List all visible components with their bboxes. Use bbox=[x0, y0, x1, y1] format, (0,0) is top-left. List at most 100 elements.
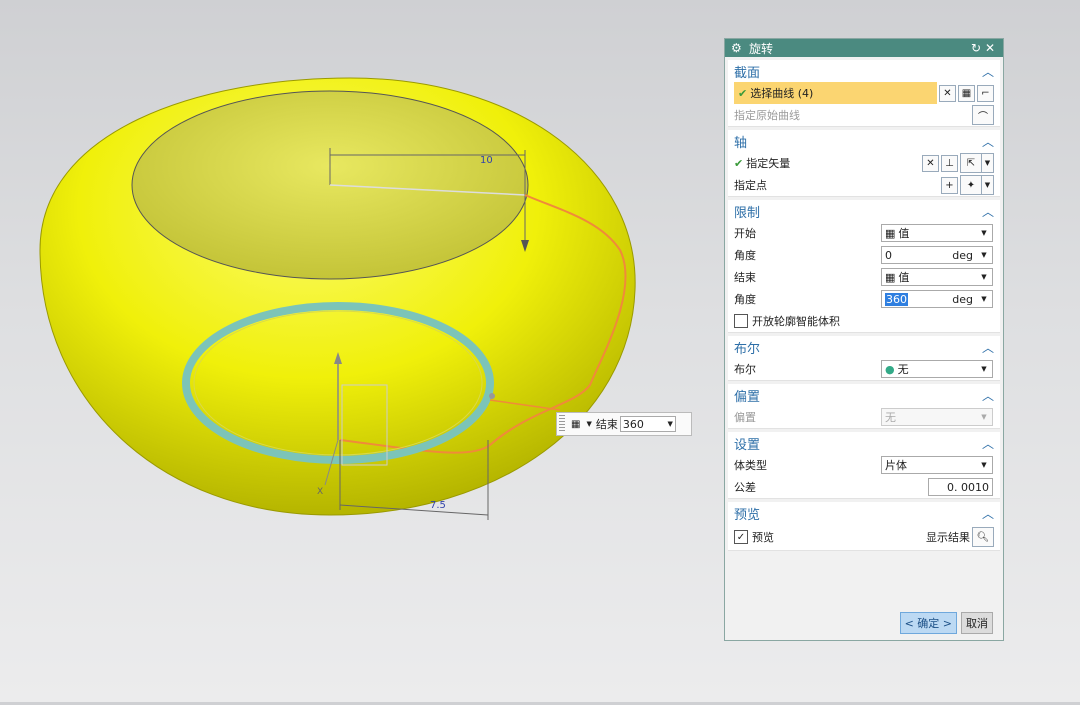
value-type-icon: ▦ bbox=[885, 226, 896, 240]
chevron-down-icon[interactable]: ▼ bbox=[979, 251, 989, 259]
collapse-icon[interactable]: ︿ bbox=[982, 339, 994, 356]
specify-original-curve-row[interactable]: 指定原始曲线 ⌒ bbox=[728, 104, 1000, 126]
specify-original-curve-label: 指定原始曲线 bbox=[734, 109, 800, 122]
offset-header[interactable]: 偏置 ︿ bbox=[728, 384, 1000, 406]
point-dialog-icon[interactable]: + bbox=[941, 176, 958, 194]
chevron-down-icon[interactable]: ▼ bbox=[982, 153, 994, 173]
cancel-button[interactable]: 取消 bbox=[961, 612, 993, 634]
offset-value: 无 bbox=[885, 411, 896, 424]
value-type-icon[interactable]: ▦ bbox=[571, 419, 580, 430]
chevron-down-icon: ▼ bbox=[981, 229, 987, 237]
tolerance-value: 0. 0010 bbox=[947, 480, 989, 494]
end-angle-unit: deg bbox=[952, 292, 973, 306]
preview-header-label: 预览 bbox=[734, 507, 761, 523]
chevron-down-icon[interactable]: ▼ bbox=[982, 175, 994, 195]
boolean-header[interactable]: 布尔 ︿ bbox=[728, 336, 1000, 358]
collapse-icon[interactable]: ︿ bbox=[982, 387, 994, 404]
dim-label-top: 10 bbox=[480, 155, 493, 166]
vector-dialog-icon[interactable]: ⊥ bbox=[941, 154, 958, 172]
offset-panel: 偏置 ︿ 偏置 无 ▼ bbox=[728, 384, 1000, 429]
float-value: 360 bbox=[622, 417, 644, 431]
point-icon[interactable]: ✦ bbox=[960, 175, 982, 195]
collapse-icon[interactable]: ︿ bbox=[982, 63, 994, 80]
chevron-down-icon[interactable]: ▼ bbox=[979, 295, 989, 303]
drag-grip-icon[interactable] bbox=[559, 415, 565, 433]
body-type-value: 片体 bbox=[885, 459, 907, 472]
settings-header-label: 设置 bbox=[734, 437, 761, 453]
end-angle-input[interactable]: 360 deg ▼ bbox=[881, 290, 993, 308]
original-curve-icon[interactable]: ⌒ bbox=[972, 105, 994, 125]
sketch-icon[interactable]: ▦ bbox=[958, 84, 975, 102]
open-profile-row[interactable]: 开放轮廓智能体积 bbox=[728, 310, 1000, 332]
specify-vector-label: 指定矢量 bbox=[746, 157, 791, 170]
check-icon: ✔ bbox=[738, 86, 748, 100]
dialog-title-bar[interactable]: ⚙ 旋转 ↻ ✕ bbox=[725, 39, 1003, 57]
specify-point-row[interactable]: 指定点 + ✦ ▼ bbox=[728, 174, 1000, 196]
limits-header[interactable]: 限制 ︿ bbox=[728, 200, 1000, 222]
start-row: 开始 ▦ 值 ▼ bbox=[728, 222, 1000, 244]
end-angle-value: 360 bbox=[885, 292, 908, 306]
sketch-section-icon[interactable]: ⌐ bbox=[977, 84, 994, 102]
section-header[interactable]: 截面 ︿ bbox=[728, 60, 1000, 82]
dialog-footer: < 确定 > 取消 bbox=[725, 606, 1003, 640]
preview-row: ✓ 预览 显示结果 🔍︎ bbox=[728, 524, 1000, 550]
collapse-icon[interactable]: ︿ bbox=[982, 435, 994, 452]
axis-header-label: 轴 bbox=[734, 135, 748, 151]
start-select[interactable]: ▦ 值 ▼ bbox=[881, 224, 993, 242]
collapse-icon[interactable]: ︿ bbox=[982, 505, 994, 522]
start-angle-input[interactable]: 0 deg ▼ bbox=[881, 246, 993, 264]
axis-header[interactable]: 轴 ︿ bbox=[728, 130, 1000, 152]
graphics-viewport[interactable]: 10 X 7.5 bbox=[0, 0, 720, 702]
axis-panel: 轴 ︿ ✔ 指定矢量 ✕ ⊥ ⇱ ▼ 指定点 + ✦ ▼ bbox=[728, 130, 1000, 197]
reset-icon[interactable]: ↻ bbox=[969, 41, 983, 55]
reverse-direction-icon[interactable]: ✕ bbox=[922, 154, 939, 172]
boolean-panel: 布尔 ︿ 布尔 ● 无 ▼ bbox=[728, 336, 1000, 381]
chevron-down-icon[interactable]: ▼ bbox=[667, 420, 672, 428]
preview-label: 预览 bbox=[752, 531, 774, 544]
tolerance-row: 公差 0. 0010 bbox=[728, 476, 1000, 498]
end-select[interactable]: ▦ 值 ▼ bbox=[881, 268, 993, 286]
value-type-icon: ▦ bbox=[885, 270, 896, 284]
limits-header-label: 限制 bbox=[734, 205, 761, 221]
preview-panel: 预览 ︿ ✓ 预览 显示结果 🔍︎ bbox=[728, 502, 1000, 551]
specify-vector-row[interactable]: ✔ 指定矢量 ✕ ⊥ ⇱ ▼ bbox=[728, 152, 1000, 174]
gear-icon[interactable]: ⚙ bbox=[731, 41, 745, 55]
tolerance-input[interactable]: 0. 0010 bbox=[928, 478, 993, 496]
curve-rule-icon[interactable]: ✕ bbox=[939, 84, 956, 102]
magnifier-icon[interactable]: 🔍︎ bbox=[972, 527, 994, 547]
select-curve-highlight[interactable]: ✔ 选择曲线 (4) bbox=[734, 82, 937, 104]
floating-end-angle-input[interactable]: ▦ ▼ 结束 360 ▼ bbox=[556, 412, 692, 436]
float-value-field[interactable]: 360 ▼ bbox=[619, 416, 676, 432]
select-curve-row[interactable]: ✔ 选择曲线 (4) ✕ ▦ ⌐ bbox=[728, 82, 1000, 104]
close-icon[interactable]: ✕ bbox=[983, 41, 997, 55]
boolean-none-icon: ● bbox=[885, 362, 895, 376]
section-header-label: 截面 bbox=[734, 65, 761, 81]
open-profile-checkbox[interactable] bbox=[734, 314, 748, 328]
float-label: 结束 bbox=[595, 418, 618, 431]
vector-icon[interactable]: ⇱ bbox=[960, 153, 982, 173]
preview-checkbox[interactable]: ✓ bbox=[734, 530, 748, 544]
chevron-down-icon[interactable]: ▼ bbox=[586, 420, 591, 428]
body-type-select[interactable]: 片体 ▼ bbox=[881, 456, 993, 474]
collapse-icon[interactable]: ︿ bbox=[982, 203, 994, 220]
section-panel: 截面 ︿ ✔ 选择曲线 (4) ✕ ▦ ⌐ 指定原始曲线 ⌒ bbox=[728, 60, 1000, 127]
limits-panel: 限制 ︿ 开始 ▦ 值 ▼ 角度 0 deg ▼ 结束 ▦ 值 ▼ 角度 360… bbox=[728, 200, 1000, 333]
end-angle-row: 角度 360 deg ▼ bbox=[728, 288, 1000, 310]
offset-select[interactable]: 无 ▼ bbox=[881, 408, 993, 426]
model-canvas[interactable]: 10 X 7.5 bbox=[0, 0, 720, 702]
collapse-icon[interactable]: ︿ bbox=[982, 133, 994, 150]
dim-label-bottom: 7.5 bbox=[430, 500, 446, 511]
start-angle-unit: deg bbox=[952, 248, 973, 262]
preview-header[interactable]: 预览 ︿ bbox=[728, 502, 1000, 524]
settings-header[interactable]: 设置 ︿ bbox=[728, 432, 1000, 454]
boolean-header-label: 布尔 bbox=[734, 341, 761, 357]
ok-button[interactable]: < 确定 > bbox=[899, 612, 957, 634]
chevron-down-icon: ▼ bbox=[981, 365, 987, 373]
start-angle-row: 角度 0 deg ▼ bbox=[728, 244, 1000, 266]
end-row: 结束 ▦ 值 ▼ bbox=[728, 266, 1000, 288]
show-result-label: 显示结果 bbox=[926, 531, 970, 544]
check-icon: ✔ bbox=[734, 156, 744, 170]
boolean-select[interactable]: ● 无 ▼ bbox=[881, 360, 993, 378]
offset-header-label: 偏置 bbox=[734, 389, 761, 405]
settings-panel: 设置 ︿ 体类型 片体 ▼ 公差 0. 0010 bbox=[728, 432, 1000, 499]
